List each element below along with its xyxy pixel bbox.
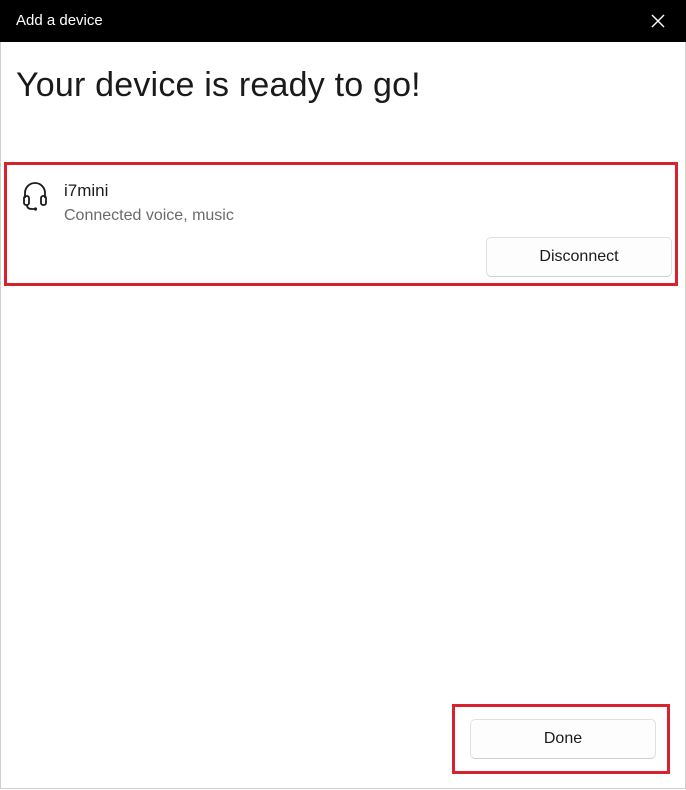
disconnect-button[interactable]: Disconnect — [486, 237, 672, 277]
done-button[interactable]: Done — [470, 719, 656, 759]
title-bar: Add a device — [0, 0, 686, 42]
device-status: Connected voice, music — [64, 207, 234, 224]
close-icon[interactable] — [648, 11, 668, 31]
page-title: Your device is ready to go! — [16, 66, 421, 104]
device-card: i7mini Connected voice, music Disconnect — [4, 162, 678, 286]
device-name: i7mini — [64, 181, 109, 200]
headset-icon — [22, 181, 48, 213]
window-title: Add a device — [16, 12, 103, 29]
done-highlight: Done — [452, 704, 670, 774]
dialog-body — [0, 42, 686, 789]
